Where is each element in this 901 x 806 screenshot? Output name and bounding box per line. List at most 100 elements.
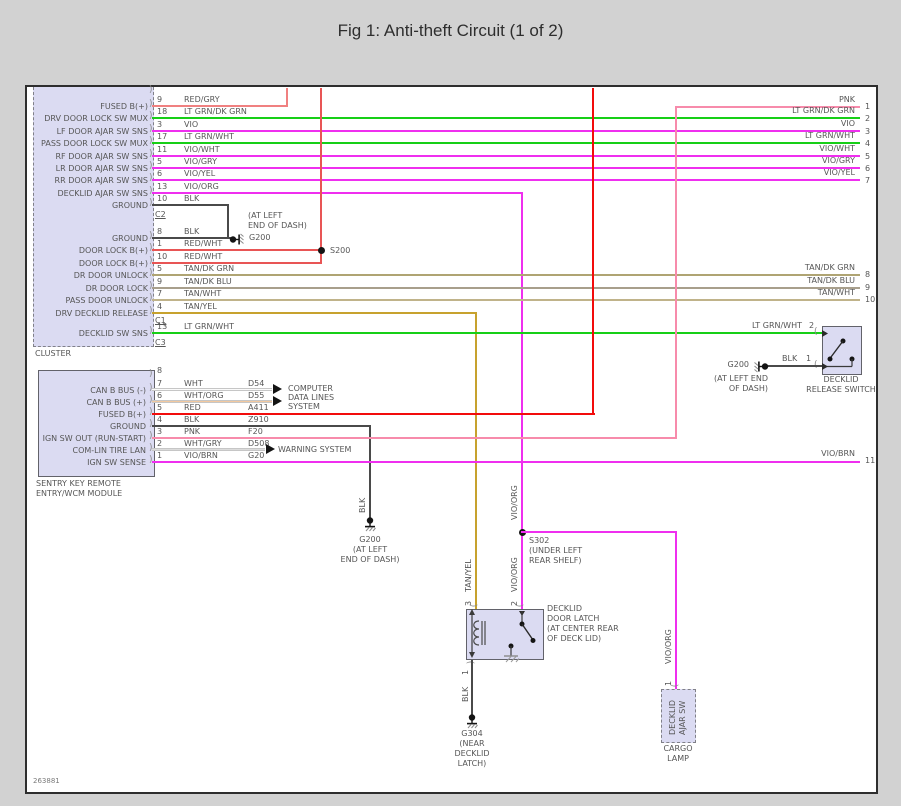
pin-number: 4 xyxy=(157,415,163,424)
wire-color-label: BLK xyxy=(184,415,200,424)
circuit-id: A411 xyxy=(248,403,269,412)
wcm-row-label: GROUND xyxy=(109,422,146,431)
cluster-row-label: DRV DOOR LOCK SW MUX xyxy=(44,114,148,123)
wire-color-label: TAN/YEL xyxy=(184,302,217,311)
connector-pin-partial: ) xyxy=(149,85,153,95)
wire-color-label: LT GRN/WHT xyxy=(184,132,235,141)
cluster-row-label: LF DOOR AJAR SW SNS xyxy=(56,127,148,136)
wire-vio-org-drop xyxy=(521,192,523,610)
decklid-door-latch-internals xyxy=(469,609,536,663)
connector-pin: ) xyxy=(467,603,478,608)
right-wire-label: PNK xyxy=(838,95,855,104)
wire-color-label: BLK xyxy=(184,227,200,236)
computer-data-arrow-icon xyxy=(273,396,282,406)
cargo-lamp-label: CARGO xyxy=(663,744,693,753)
release-pin1-number: 1 xyxy=(806,354,812,363)
right-wire-label: TAN/DK GRN xyxy=(804,263,855,272)
pin-number: 18 xyxy=(157,107,168,116)
ground-note: OF DASH) xyxy=(728,384,768,393)
cluster-row-label: PASS DOOR UNLOCK xyxy=(65,296,148,305)
wcm-row-label: CAN B BUS (+) xyxy=(86,398,146,407)
pin-number: 5 xyxy=(157,157,163,166)
wire-vertical-label: TAN/YEL xyxy=(464,559,473,592)
wire-vertical-label: BLK xyxy=(461,686,470,702)
circuit-id: G20 xyxy=(248,451,265,460)
wire-lt-grn-wht-decklid xyxy=(152,332,822,334)
connector-label-c2: C2 xyxy=(155,210,166,219)
splice-s200-label: S200 xyxy=(330,246,351,255)
cluster-row-label: DECKLID SW SNS xyxy=(78,329,148,338)
wire-vio-org-right-drop xyxy=(675,531,677,689)
wire-blk-pin10 xyxy=(152,204,229,206)
right-pin-number: 5 xyxy=(865,152,871,161)
pin-number: 5 xyxy=(157,403,163,412)
right-pin-number: 6 xyxy=(865,164,871,173)
warning-system-arrow-icon xyxy=(266,444,275,454)
cluster-box xyxy=(33,87,154,347)
wire-lt-grn-wht xyxy=(152,142,860,144)
cluster-row-label: GROUND xyxy=(111,201,148,210)
right-wire-label: VIO/YEL xyxy=(823,168,855,177)
pin-number: 8 xyxy=(157,227,163,236)
diagram-number: 263881 xyxy=(33,777,60,785)
latch-label: DECKLID xyxy=(547,604,583,613)
release-wire2-label: LT GRN/WHT xyxy=(751,321,802,330)
ajar-pin1-number: 1 xyxy=(664,680,673,686)
pin-number: 3 xyxy=(157,427,163,436)
pin-number: 10 xyxy=(157,252,168,261)
splice-s302-name: S302 xyxy=(529,536,550,545)
wire-red-riser xyxy=(592,88,594,415)
cluster-label: CLUSTER xyxy=(35,349,72,358)
wire-tan-wht xyxy=(152,299,860,301)
wire-vio-gry xyxy=(152,167,860,169)
pin-number: 10 xyxy=(157,194,168,203)
cluster-row-label: DOOR LOCK B(+) xyxy=(78,246,148,255)
wire-vio-org xyxy=(152,192,523,194)
pin-number: 1 xyxy=(157,239,163,248)
ground-note: (NEAR xyxy=(459,739,485,748)
wire-color-label: RED/WHT xyxy=(184,252,223,261)
wire-blk-latch-drop xyxy=(471,660,473,716)
right-pin-number: 9 xyxy=(865,283,871,292)
right-pin-number: 2 xyxy=(865,114,871,123)
wire-red xyxy=(152,413,595,415)
wire-blk-pin8 xyxy=(152,237,232,239)
pin-number: 13 xyxy=(157,182,168,191)
ground-note: LATCH) xyxy=(457,759,487,768)
figure-title: Fig 1: Anti-theft Circuit (1 of 2) xyxy=(337,21,564,40)
wire-vertical-label: BLK xyxy=(358,497,367,513)
cluster-row-label: DOOR LOCK B(+) xyxy=(78,259,148,268)
ground-symbol-g200-cluster xyxy=(229,233,244,245)
circuit-id: Z910 xyxy=(248,415,269,424)
right-pin-number: 7 xyxy=(865,176,871,185)
wire-pnk-riser xyxy=(675,106,677,439)
right-wire-label: LT GRN/DK GRN xyxy=(792,106,855,115)
latch-label: DOOR LATCH xyxy=(547,614,600,623)
wire-color-label: TAN/DK GRN xyxy=(184,264,235,273)
splice-s302-note: (UNDER LEFT xyxy=(529,546,583,555)
wire-vio-wht xyxy=(152,155,860,157)
wire-blk-z910-drop xyxy=(369,425,371,520)
cluster-row-label: RR DOOR AJAR SW SNS xyxy=(54,176,148,185)
wire-red-wht-pin1 xyxy=(152,249,322,251)
ground-note: (AT LEFT END xyxy=(713,374,768,383)
ground-note: (AT LEFT xyxy=(248,211,283,220)
wcm-row-label: CAN B BUS (-) xyxy=(90,386,146,395)
wire-tan-dk-grn xyxy=(152,274,860,276)
ground-note: (AT LEFT xyxy=(352,545,388,554)
right-pin-number: 11 xyxy=(865,456,876,465)
cluster-row-label: DRV DECKLID RELEASE xyxy=(55,309,148,318)
wire-color-label: TAN/DK BLU xyxy=(184,277,232,286)
right-wire-label: LT GRN/WHT xyxy=(804,131,855,140)
right-pin-number: 4 xyxy=(865,139,871,148)
connector-pin: ) xyxy=(513,603,524,608)
decklid-release-switch-internals xyxy=(822,330,855,370)
wire-wht-org xyxy=(152,400,272,403)
pin-number: 11 xyxy=(157,145,168,154)
wire-vertical-label: VIO/ORG xyxy=(510,557,519,592)
wcm-label-line1: SENTRY KEY REMOTE xyxy=(36,479,121,488)
pin-number: 9 xyxy=(157,95,163,104)
right-wire-label: VIO/BRN xyxy=(821,449,855,458)
cluster-row-label: LR DOOR AJAR SW SNS xyxy=(55,164,148,173)
release-switch-label: DECKLID xyxy=(823,375,859,384)
